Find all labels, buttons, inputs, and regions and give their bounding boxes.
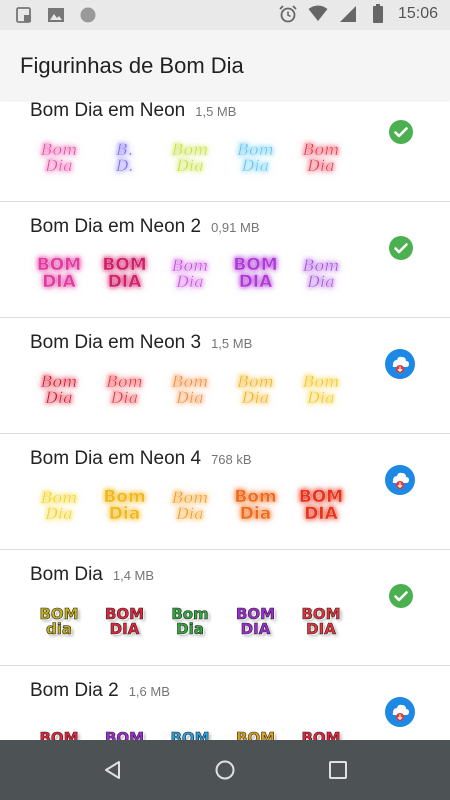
sticker-thumbnail: BOM [235, 728, 276, 740]
pack-header: Bom Dia em Neon 1,5 MB [30, 100, 236, 122]
sticker-pack-row[interactable]: Bom Dia em Neon 4 768 kB Bom Dia Bom Dia Bom… [0, 434, 450, 550]
status-bar: 15:06 [0, 0, 450, 30]
pack-header: Bom Dia 1,4 MB [30, 564, 154, 586]
download-icon[interactable] [384, 696, 416, 728]
sticker-thumbnail: BOM DIA [104, 605, 145, 638]
pack-header: Bom Dia 2 1,6 MB [30, 680, 170, 702]
sticker-thumbnail: BOM DIA [235, 605, 276, 638]
navigation-bar [0, 740, 450, 800]
sticker-thumbnail: B. D. [115, 140, 134, 175]
sticker-thumbnail: Bom Dia [171, 140, 209, 175]
sticker-thumbnail: Bom Dia [106, 372, 143, 407]
wifi-icon [308, 4, 328, 24]
sticker-thumbnail: Bom Dia [302, 140, 340, 175]
pack-name: Bom Dia em Neon 2 [30, 216, 202, 237]
circle-icon [78, 5, 98, 25]
sticker-thumbnail: Bom Dia [103, 487, 146, 524]
pack-name: Bom Dia 2 [30, 680, 119, 701]
sticker-thumbnail: BOM [39, 728, 79, 740]
pack-name: Bom Dia em Neon [30, 100, 186, 121]
sticker-pack-row[interactable]: Bom Dia em Neon 3 1,5 MB Bom Dia Bom Dia Bom… [0, 318, 450, 434]
image-icon [46, 5, 66, 25]
pack-size: 768 kB [211, 452, 252, 467]
pack-size: 1,5 MB [211, 336, 253, 351]
sticker-preview-strip: Bom Dia Bom Dia Bom Dia Bom Dia BOM DIA [30, 476, 350, 536]
pack-size: 1,5 MB [195, 104, 237, 119]
alarm-icon [278, 4, 298, 24]
sticker-thumbnail: BOM DIA [301, 605, 341, 638]
sticker-thumbnail: Bom Dia [171, 372, 209, 407]
recents-icon[interactable] [326, 758, 350, 782]
status-time: 15:06 [397, 5, 438, 22]
added-check-icon[interactable] [388, 235, 414, 261]
sticker-thumbnail: Bom Dia [171, 256, 209, 291]
pack-name: Bom Dia [30, 564, 103, 585]
download-icon[interactable] [384, 348, 416, 380]
sticker-pack-list[interactable]: Bom Dia em Neon 1,5 MB Bom Dia B. D. Bom Dia… [0, 100, 450, 740]
sticker-thumbnail: Bom Dia [171, 488, 209, 523]
added-check-icon[interactable] [388, 583, 414, 609]
sticker-thumbnail: Bom Dia [237, 372, 274, 407]
pack-name: Bom Dia em Neon 4 [30, 448, 202, 469]
sticker-thumbnail: BOM DIA [36, 255, 82, 292]
pack-header: Bom Dia em Neon 2 0,91 MB [30, 216, 260, 238]
pack-size: 1,6 MB [128, 684, 170, 699]
signal-icon [338, 4, 358, 24]
sticker-preview-strip: BOM dia BOM DIA Bom Dia BOM DIA BOM DIA [30, 592, 350, 652]
sticker-pack-row[interactable]: Bom Dia em Neon 1,5 MB Bom Dia B. D. Bom Dia… [0, 100, 450, 202]
home-icon[interactable] [213, 758, 237, 782]
sticker-thumbnail: BOM [301, 728, 341, 740]
app-bar: Figurinhas de Bom Dia [0, 30, 450, 100]
sticker-preview-strip: BOM BOM BOM BOM BOM [30, 708, 350, 740]
sticker-pack-row[interactable]: Bom Dia 1,4 MB BOM dia BOM DIA Bom Dia BOM DI… [0, 550, 450, 666]
sticker-thumbnail: Bom Dia [40, 372, 78, 407]
sticker-thumbnail: Bom Dia [302, 372, 340, 407]
sticker-thumbnail: Bom Dia [40, 140, 78, 175]
sticker-pack-row[interactable]: Bom Dia 2 1,6 MB BOM BOM BOM BOM BOM [0, 666, 450, 740]
pack-header: Bom Dia em Neon 3 1,5 MB [30, 332, 252, 354]
pack-name: Bom Dia em Neon 3 [30, 332, 202, 353]
sticker-thumbnail: BOM [170, 728, 210, 740]
pack-size: 1,4 MB [112, 568, 155, 583]
battery-icon [368, 4, 388, 24]
sticker-pack-row[interactable]: Bom Dia em Neon 2 0,91 MB BOM DIA BOM DIA Bo… [0, 202, 450, 318]
sticker-thumbnail: BOM dia [39, 605, 79, 638]
sticker-thumbnail: Bom Dia [171, 605, 209, 638]
sticker-thumbnail: Bom Dia [234, 487, 277, 524]
download-icon[interactable] [384, 464, 416, 496]
sticker-preview-strip: BOM DIA BOM DIA Bom Dia BOM DIA Bom Dia [30, 244, 350, 304]
sticker-preview-strip: Bom Dia Bom Dia Bom Dia Bom Dia Bom Dia [30, 360, 350, 420]
sticker-thumbnail: BOM [104, 728, 145, 740]
sticker-thumbnail: BOM DIA [233, 255, 278, 292]
sticker-thumbnail: Bom Dia [40, 488, 78, 523]
sticker-thumbnail: BOM DIA [102, 255, 147, 292]
pack-size: 0,91 MB [211, 220, 260, 235]
sticker-thumbnail: Bom Dia [237, 140, 274, 175]
sticker-thumbnail: Bom Dia [302, 256, 340, 291]
screenshot-icon [14, 5, 34, 25]
sticker-thumbnail: BOM DIA [298, 487, 344, 524]
added-check-icon[interactable] [388, 119, 414, 145]
sticker-preview-strip: Bom Dia B. D. Bom Dia Bom Dia Bom Dia [30, 128, 350, 188]
pack-header: Bom Dia em Neon 4 768 kB [30, 448, 252, 470]
back-icon[interactable] [101, 758, 125, 782]
page-title: Figurinhas de Bom Dia [20, 53, 244, 78]
